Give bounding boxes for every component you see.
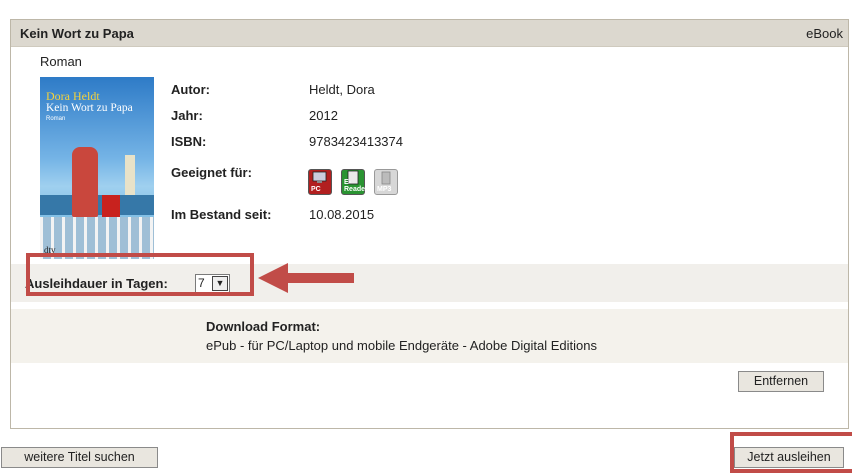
- cover-suitcase: [102, 195, 120, 219]
- book-cover-image: Dora Heldt Kein Wort zu Papa Roman dtv: [40, 77, 154, 259]
- book-genre: Roman: [40, 54, 82, 69]
- pc-icon-label: PC: [311, 186, 321, 193]
- mp3-icon-graphic: [381, 171, 391, 185]
- isbn-label: ISBN:: [171, 134, 207, 149]
- stock-since-label: Im Bestand seit:: [171, 207, 272, 222]
- cover-person: [72, 147, 98, 217]
- ereader-icon-label: E-Reader: [344, 179, 368, 193]
- cover-subtitle: Roman: [46, 116, 66, 122]
- more-titles-button[interactable]: weitere Titel suchen: [1, 447, 158, 468]
- remove-button[interactable]: Entfernen: [738, 371, 824, 392]
- download-format-value: ePub - für PC/Laptop und mobile Endgerät…: [206, 338, 597, 353]
- author-label: Autor:: [171, 82, 210, 97]
- cover-lighthouse: [125, 155, 135, 200]
- pc-icon: PC: [308, 169, 332, 195]
- ereader-icon: E-Reader: [341, 169, 368, 195]
- cover-title: Kein Wort zu Papa: [46, 102, 133, 114]
- annotation-arrow-icon: [258, 263, 354, 293]
- download-format-row: Download Format: ePub - für PC/Laptop un…: [11, 309, 848, 363]
- stock-since-value: 10.08.2015: [309, 207, 375, 222]
- book-title: Kein Wort zu Papa: [20, 26, 134, 41]
- mp3-icon: MP3: [374, 169, 398, 195]
- book-header: Kein Wort zu Papa eBook: [11, 20, 848, 47]
- isbn-value: 9783423413374: [309, 134, 403, 149]
- year-value: 2012: [309, 108, 338, 123]
- year-label: Jahr:: [171, 108, 203, 123]
- borrow-now-button[interactable]: Jetzt ausleihen: [734, 447, 844, 468]
- pc-icon-graphic: [312, 171, 327, 183]
- suitable-label: Geeignet für:: [171, 165, 252, 180]
- mp3-icon-label: MP3: [377, 186, 392, 193]
- loan-highlight-box: [26, 253, 254, 296]
- author-value: Heldt, Dora: [309, 82, 375, 97]
- format-label: eBook: [806, 26, 843, 41]
- book-detail-panel: Kein Wort zu Papa eBook Roman Dora Heldt…: [10, 19, 849, 429]
- download-format-label: Download Format:: [206, 319, 321, 334]
